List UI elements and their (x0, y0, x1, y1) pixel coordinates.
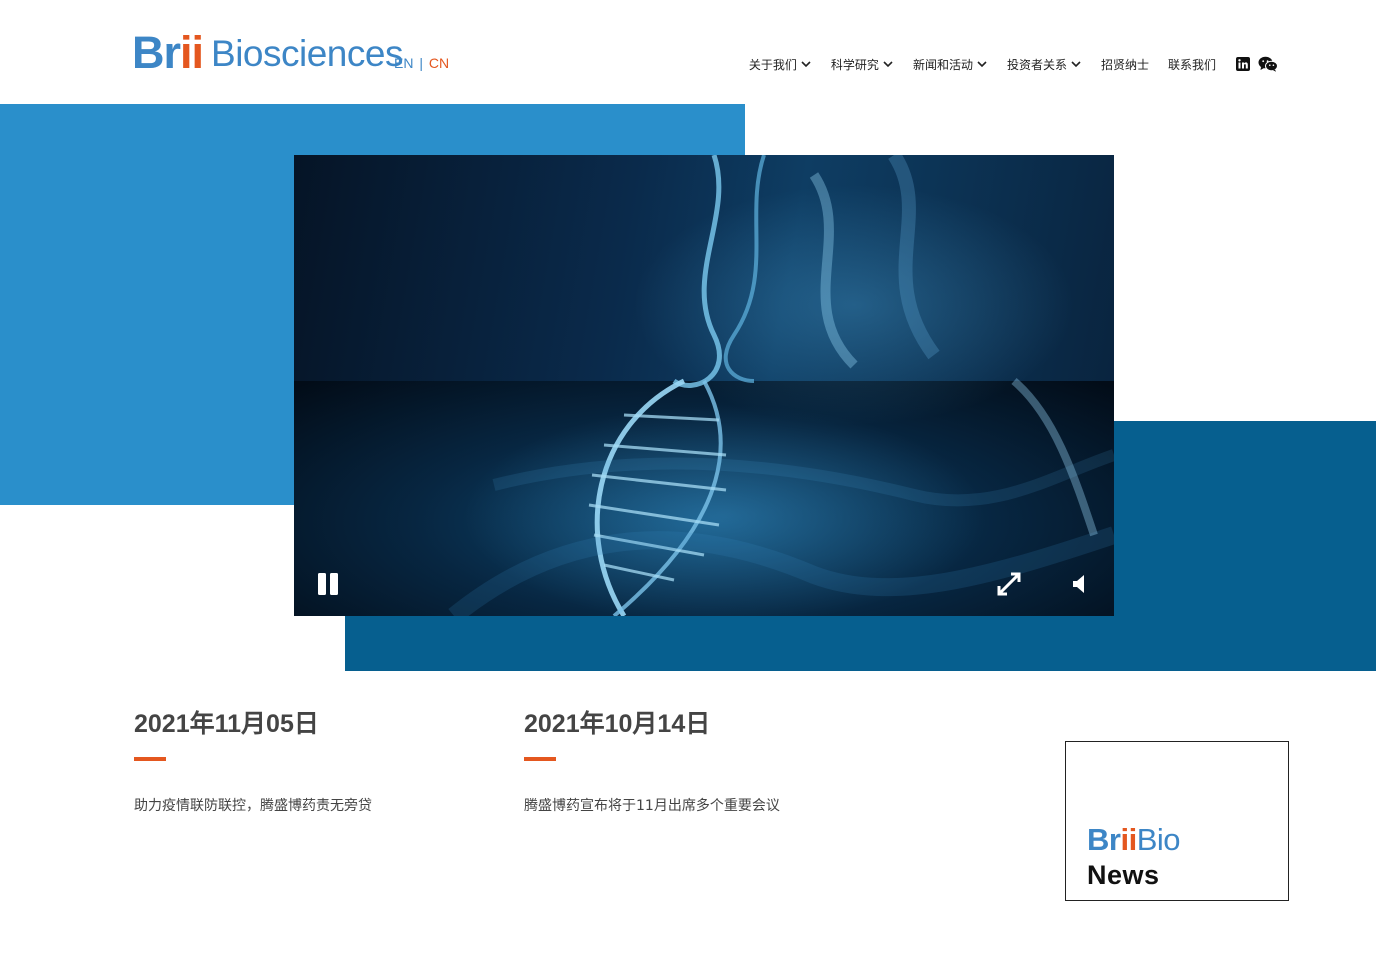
dna-helix-image (448, 155, 1114, 616)
wechat-icon[interactable] (1258, 56, 1278, 72)
nav-about-label: 关于我们 (748, 57, 797, 72)
chevron-down-icon (801, 61, 811, 68)
pause-icon[interactable] (317, 573, 341, 595)
lang-cn-link[interactable]: CN (429, 55, 449, 71)
nav-research-label: 科学研究 (830, 57, 879, 72)
nav-contact-label: 联系我们 (1167, 57, 1216, 72)
nav-about[interactable]: 关于我们 (749, 56, 812, 73)
brii-logo[interactable]: Brii Biosciences (132, 26, 403, 76)
logo-brii-mark: Brii (132, 27, 204, 78)
linkedin-icon[interactable] (1236, 57, 1250, 71)
nav-careers[interactable]: 招贤纳士 (1101, 56, 1149, 73)
nav-contact[interactable]: 联系我们 (1168, 56, 1216, 73)
lang-en-link[interactable]: EN (394, 55, 413, 71)
news-date-2: 2021年10月14日 (524, 710, 711, 738)
nav-news-events-label: 新闻和活动 (912, 57, 973, 72)
news-link-1[interactable]: 助力疫情联防联控，腾盛博药责无旁贷 (134, 795, 372, 815)
briibio-news-label: News (1087, 860, 1160, 890)
nav-investors-label: 投资者关系 (1006, 57, 1067, 72)
briibio-logo: BriiBio (1087, 822, 1181, 857)
nav-careers-label: 招贤纳士 (1100, 57, 1149, 72)
language-switch: EN | CN (394, 55, 449, 71)
nav-news-events[interactable]: 新闻和活动 (913, 56, 988, 73)
news-accent-bar-1 (134, 757, 166, 761)
chevron-down-icon (1071, 61, 1081, 68)
news-date-1: 2021年11月05日 (134, 710, 319, 738)
hero-video[interactable] (294, 155, 1114, 616)
chevron-down-icon (883, 61, 893, 68)
main-nav: 关于我们 科学研究 新闻和活动 投资者关系 招贤纳士 联系我们 (749, 54, 1278, 74)
chevron-down-icon (977, 61, 987, 68)
briibio-news-box[interactable]: BriiBio News (1065, 741, 1289, 901)
news-accent-bar-2 (524, 757, 556, 761)
nav-investors[interactable]: 投资者关系 (1007, 56, 1082, 73)
fullscreen-icon[interactable] (996, 571, 1022, 597)
logo-wordmark: Biosciences (211, 33, 403, 74)
lang-separator: | (419, 55, 423, 71)
news-link-2[interactable]: 腾盛博药宣布将于11月出席多个重要会议 (524, 795, 780, 815)
nav-research[interactable]: 科学研究 (831, 56, 894, 73)
volume-icon[interactable] (1072, 574, 1088, 594)
